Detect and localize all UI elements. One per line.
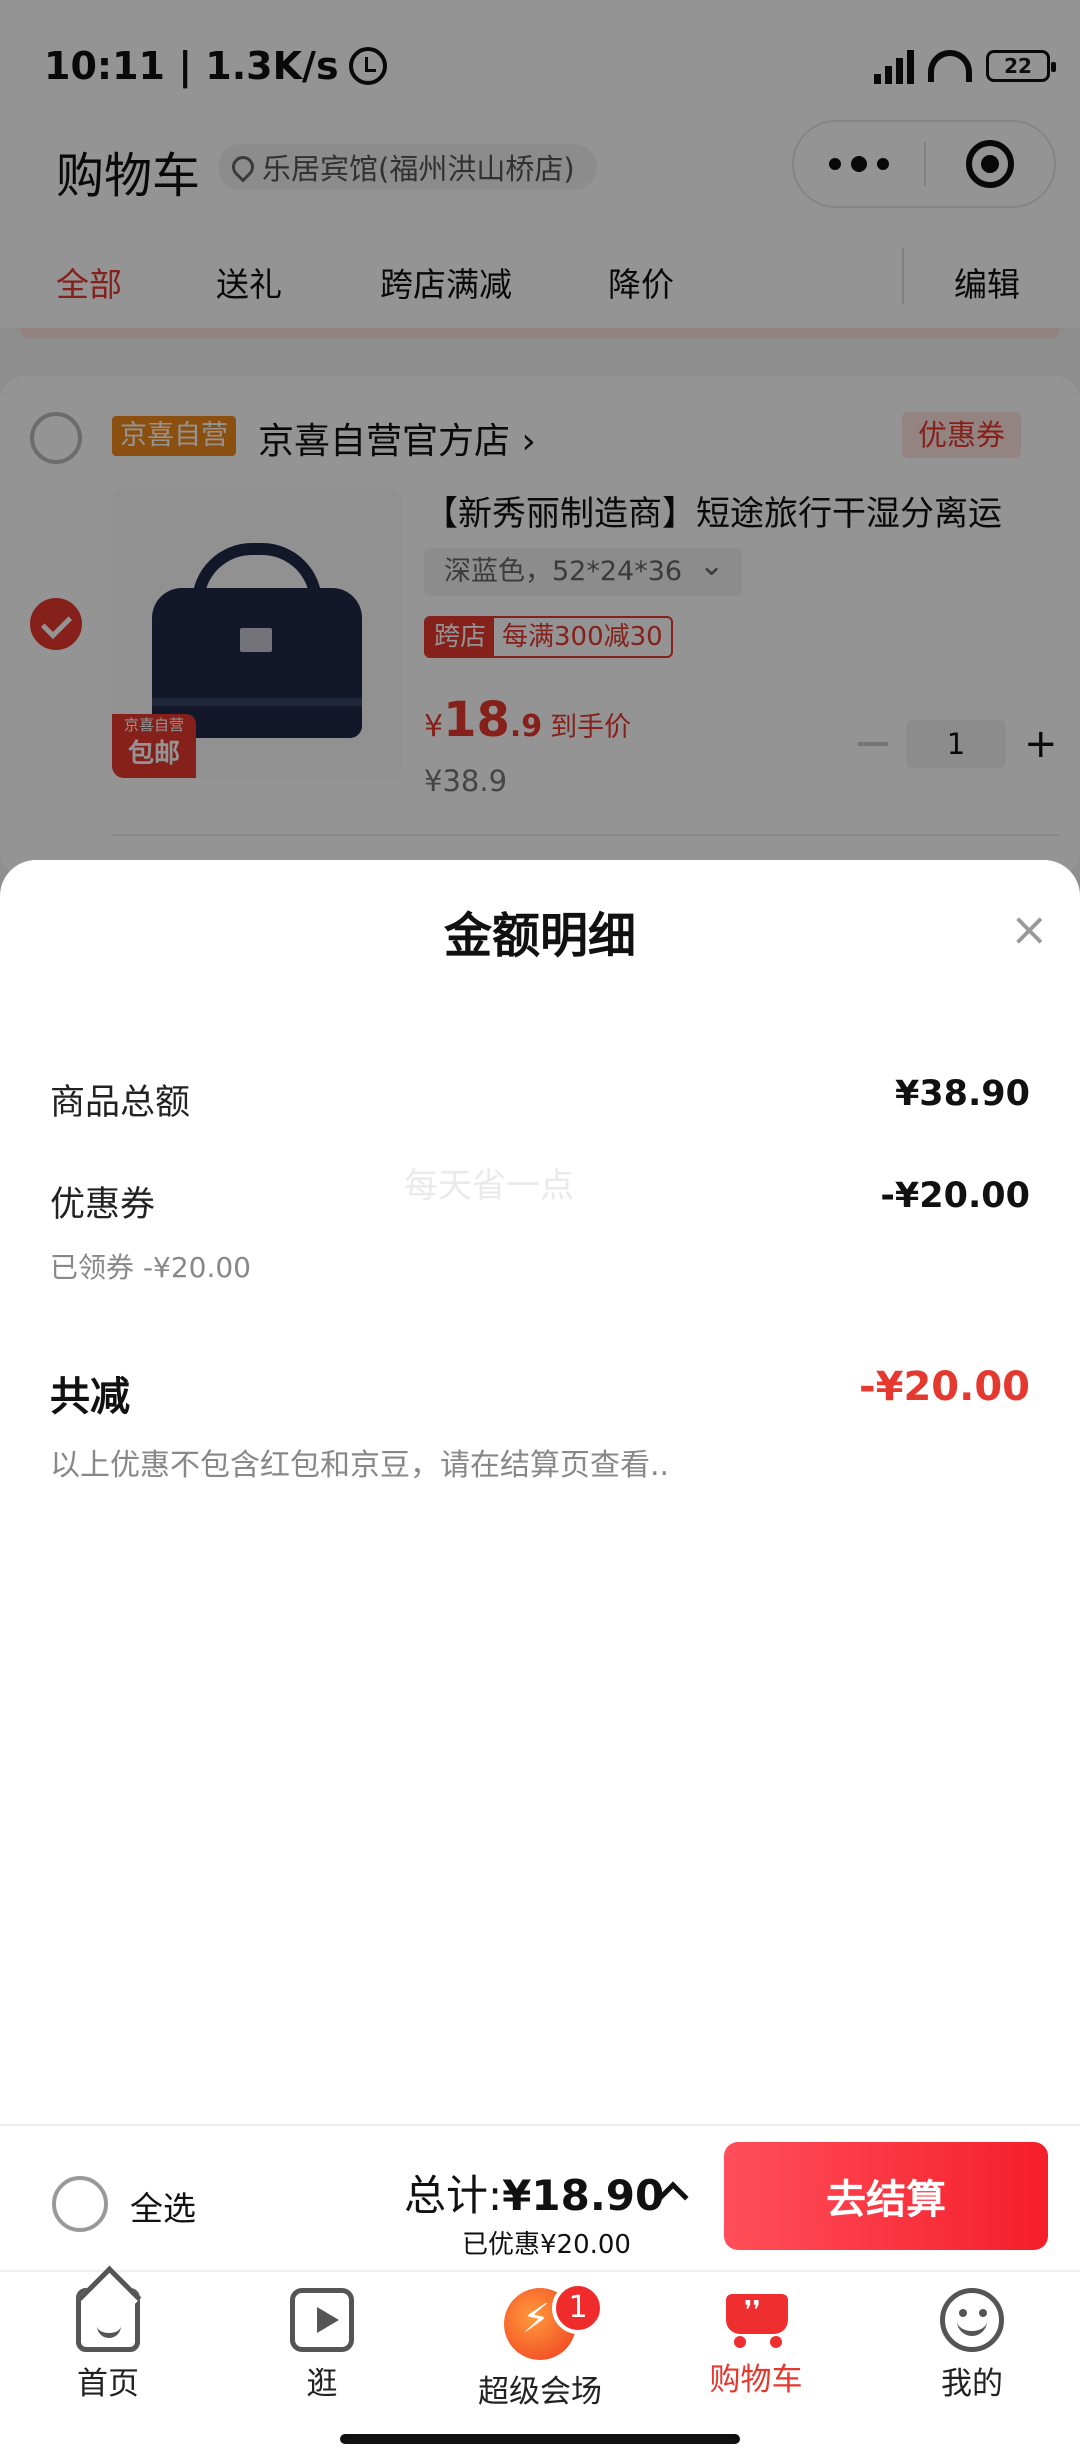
coupon-row: 优惠券 -¥20.00 [50,1176,1030,1227]
nav-item-cart[interactable]: 购物车 [656,2288,856,2399]
smiley-icon [940,2288,1004,2352]
total-discount-value: -¥20.00 [859,1364,1030,1410]
nav-label-super-venue: 超级会场 [478,2374,602,2410]
saved-amount: 已优惠¥20.00 [462,2230,631,2260]
total-value: ¥18.90 [502,2171,665,2220]
home-icon [76,2288,140,2352]
goods-total-row: 商品总额 ¥38.90 [50,1074,1030,1125]
close-icon[interactable]: × [1010,906,1049,952]
coupon-claimed-text: 已领券 -¥20.00 [50,1251,251,1284]
goods-total-label: 商品总额 [50,1083,191,1123]
bottom-nav: 首页 逛 超级会场 1 购物车 我的 [0,2270,1080,2420]
home-indicator[interactable] [340,2434,740,2444]
nav-label-cart: 购物车 [709,2362,803,2398]
select-all-checkbox[interactable] [52,2176,108,2232]
nav-item-browse[interactable]: 逛 [222,2288,422,2403]
nav-label-home: 首页 [77,2366,139,2402]
checkout-bar: 全选 总计:¥18.90 已优惠¥20.00 去结算 [0,2124,1080,2270]
nav-label-browse: 逛 [306,2366,338,2402]
nav-label-mine: 我的 [941,2366,1003,2402]
total-label: 总计: [404,2171,503,2220]
notification-badge: 1 [552,2282,604,2334]
discount-note: 以上优惠不包含红包和京豆，请在结算页查看.. [50,1448,670,1483]
total-discount-label: 共减 [50,1374,130,1420]
total-amount: 总计:¥18.90 [404,2162,664,2223]
sheet-title: 金额明细 [443,908,636,964]
select-all-label[interactable]: 全选 [130,2182,196,2230]
nav-item-super-venue[interactable]: 超级会场 [440,2288,640,2411]
coupon-value: -¥20.00 [880,1176,1030,1216]
coupon-label: 优惠券 [50,1185,156,1225]
cart-icon [718,2288,794,2348]
amount-detail-sheet: 金额明细 × 商品总额 ¥38.90 每天省一点 优惠券 -¥20.00 已领券… [0,860,1080,2460]
total-discount-row: 共减 -¥20.00 [50,1364,1030,1422]
checkout-button[interactable]: 去结算 [724,2142,1048,2250]
video-play-icon [290,2288,354,2352]
nav-item-home[interactable]: 首页 [8,2288,208,2403]
goods-total-value: ¥38.90 [894,1074,1030,1114]
nav-item-mine[interactable]: 我的 [872,2288,1072,2403]
